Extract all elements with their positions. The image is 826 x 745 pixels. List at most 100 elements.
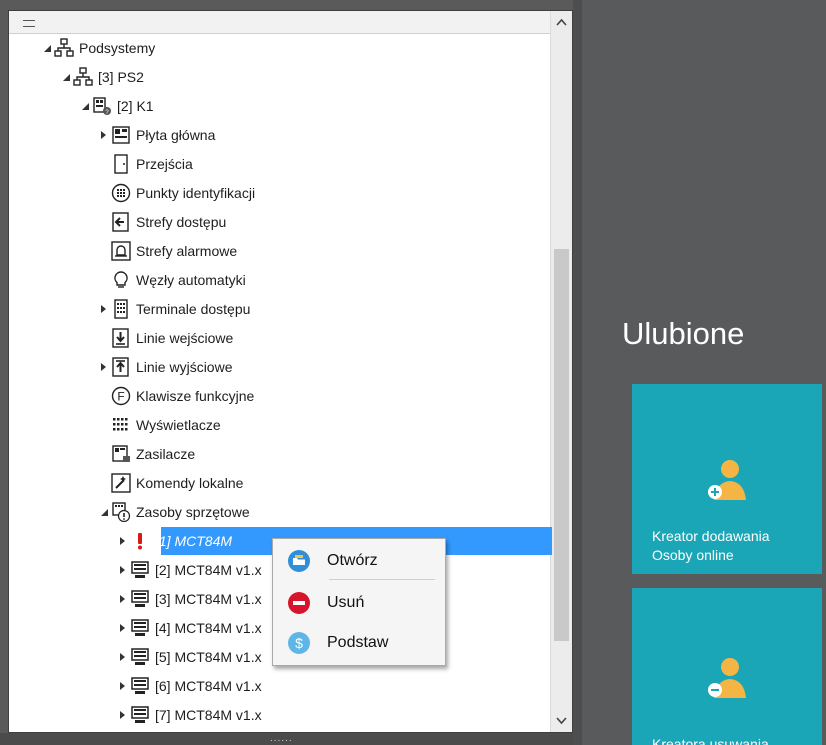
hardware-warning-icon bbox=[110, 501, 132, 523]
menu-item-remove[interactable]: Usuń bbox=[273, 585, 445, 621]
remove-user-icon bbox=[704, 654, 750, 705]
add-user-icon bbox=[704, 456, 750, 507]
expand-triangle-right-icon[interactable] bbox=[117, 584, 129, 613]
tree-item-label: Strefy dostępu bbox=[136, 213, 227, 230]
tree-item[interactable]: Komendy lokalne bbox=[98, 468, 243, 497]
tree-item[interactable]: [5] MCT84M v1.x bbox=[117, 642, 262, 671]
exclamation-icon bbox=[129, 530, 151, 552]
scrollbar-thumb[interactable] bbox=[554, 249, 569, 641]
tree-item[interactable]: [2] MCT84M v1.x bbox=[117, 555, 262, 584]
tile-remove-wizard[interactable]: Kreatora usuwania bbox=[632, 588, 822, 745]
tree-item[interactable]: Punkty identyfikacji bbox=[98, 178, 255, 207]
menu-item-open[interactable]: Otwórz bbox=[273, 543, 445, 579]
tree-item[interactable]: [6] MCT84M v1.x bbox=[117, 671, 262, 700]
remove-circle-icon bbox=[285, 589, 313, 617]
tree-item[interactable]: Strefy dostępu bbox=[98, 207, 226, 236]
menu-icon[interactable] bbox=[23, 20, 35, 27]
status-bar: ...... bbox=[0, 733, 573, 745]
tile-label: Kreatora usuwania bbox=[652, 735, 769, 745]
expand-triangle-right-icon[interactable] bbox=[98, 120, 110, 149]
tree-item-label: Węzły automatyki bbox=[136, 271, 246, 288]
tree-item-label: Strefy alarmowe bbox=[136, 242, 238, 259]
tree-item[interactable]: Linie wyjściowe bbox=[98, 352, 232, 381]
tree-item-label: Linie wejściowe bbox=[136, 329, 234, 346]
tree-header bbox=[9, 11, 552, 34]
tree-item-label: [5] MCT84M v1.x bbox=[155, 648, 262, 665]
tree-item-label: Wyświetlacze bbox=[136, 416, 221, 433]
favorites-title: Ulubione bbox=[622, 316, 745, 351]
expand-triangle-right-icon[interactable] bbox=[117, 526, 129, 555]
tree-item[interactable]: Zasilacze bbox=[98, 439, 195, 468]
keypad-circle-icon bbox=[110, 182, 132, 204]
tree-item-label: [3] PS2 bbox=[98, 68, 144, 85]
power-supply-icon bbox=[110, 443, 132, 465]
expand-triangle-right-icon[interactable] bbox=[117, 555, 129, 584]
function-key-icon: F bbox=[110, 385, 132, 407]
tree-item-label: [7] MCT84M v1.x bbox=[155, 706, 262, 723]
tree-item-selected[interactable]: [1] MCT84M bbox=[117, 526, 552, 555]
tree-item[interactable]: Wyświetlacze bbox=[98, 410, 221, 439]
tree-item[interactable]: [7] MCT84M v1.x bbox=[117, 700, 262, 729]
menu-item-substitute[interactable]: $ Podstaw bbox=[273, 625, 445, 661]
expand-triangle-down-icon[interactable] bbox=[60, 62, 72, 91]
tree-item[interactable]: F Klawisze funkcyjne bbox=[98, 381, 254, 410]
tree-item[interactable]: [3] MCT84M v1.x bbox=[117, 584, 262, 613]
tree-item[interactable]: Zasoby sprzętowe bbox=[98, 497, 250, 526]
expand-triangle-down-icon[interactable] bbox=[98, 497, 110, 526]
expand-triangle-down-icon[interactable] bbox=[41, 33, 53, 62]
magic-wand-icon bbox=[110, 472, 132, 494]
menu-item-label: Otwórz bbox=[327, 552, 378, 569]
expand-triangle-right-icon[interactable] bbox=[117, 700, 129, 729]
expand-triangle-right-icon[interactable] bbox=[117, 613, 129, 642]
computer-icon bbox=[129, 559, 151, 581]
terminal-icon bbox=[110, 298, 132, 320]
scroll-down-arrow-icon[interactable] bbox=[551, 710, 572, 732]
tree-item-label: Klawisze funkcyjne bbox=[136, 387, 255, 404]
scroll-up-arrow-icon[interactable] bbox=[551, 11, 572, 33]
menu-separator bbox=[329, 579, 435, 580]
favorites-panel: Ulubione Kreator dodawania Osoby online bbox=[582, 0, 826, 745]
tree-item[interactable]: Płyta główna bbox=[98, 120, 215, 149]
bulb-icon bbox=[110, 269, 132, 291]
tree-item-label: Przejścia bbox=[136, 155, 193, 172]
tree-item-label: [1] MCT84M bbox=[155, 532, 233, 549]
expand-triangle-right-icon[interactable] bbox=[98, 352, 110, 381]
tree-item-label: [6] MCT84M v1.x bbox=[155, 677, 262, 694]
svg-text:$: $ bbox=[295, 635, 303, 651]
expand-triangle-down-icon[interactable] bbox=[79, 91, 91, 120]
menu-item-label: Usuń bbox=[327, 594, 365, 611]
network-icon bbox=[53, 37, 75, 59]
tree-item[interactable]: Przejścia bbox=[98, 149, 193, 178]
tree-item[interactable]: ? [2] K1 bbox=[79, 91, 154, 120]
tree-item[interactable]: Terminale dostępu bbox=[98, 294, 250, 323]
tree-item-label: Terminale dostępu bbox=[136, 300, 251, 317]
tree-item[interactable]: Węzły automatyki bbox=[98, 265, 246, 294]
vertical-scrollbar[interactable] bbox=[550, 11, 572, 732]
expand-triangle-right-icon[interactable] bbox=[117, 671, 129, 700]
network-icon bbox=[72, 66, 94, 88]
computer-icon bbox=[129, 675, 151, 697]
zone-enter-icon bbox=[110, 211, 132, 233]
expand-triangle-right-icon[interactable] bbox=[98, 294, 110, 323]
tree-item[interactable]: [4] MCT84M v1.x bbox=[117, 613, 262, 642]
tree-item[interactable]: Podsystemy bbox=[41, 33, 155, 62]
tree-item[interactable]: Linie wejściowe bbox=[98, 323, 233, 352]
input-line-icon bbox=[110, 327, 132, 349]
resize-grip[interactable]: ...... bbox=[270, 733, 293, 744]
tree-item[interactable]: Strefy alarmowe bbox=[98, 236, 237, 265]
tree-item-label: Punkty identyfikacji bbox=[136, 184, 256, 201]
expand-triangle-right-icon[interactable] bbox=[117, 642, 129, 671]
tree-item[interactable]: [3] PS2 bbox=[60, 62, 144, 91]
tile-add-person-wizard[interactable]: Kreator dodawania Osoby online bbox=[632, 384, 822, 574]
panel-splitter[interactable] bbox=[573, 0, 582, 745]
board-icon bbox=[110, 124, 132, 146]
